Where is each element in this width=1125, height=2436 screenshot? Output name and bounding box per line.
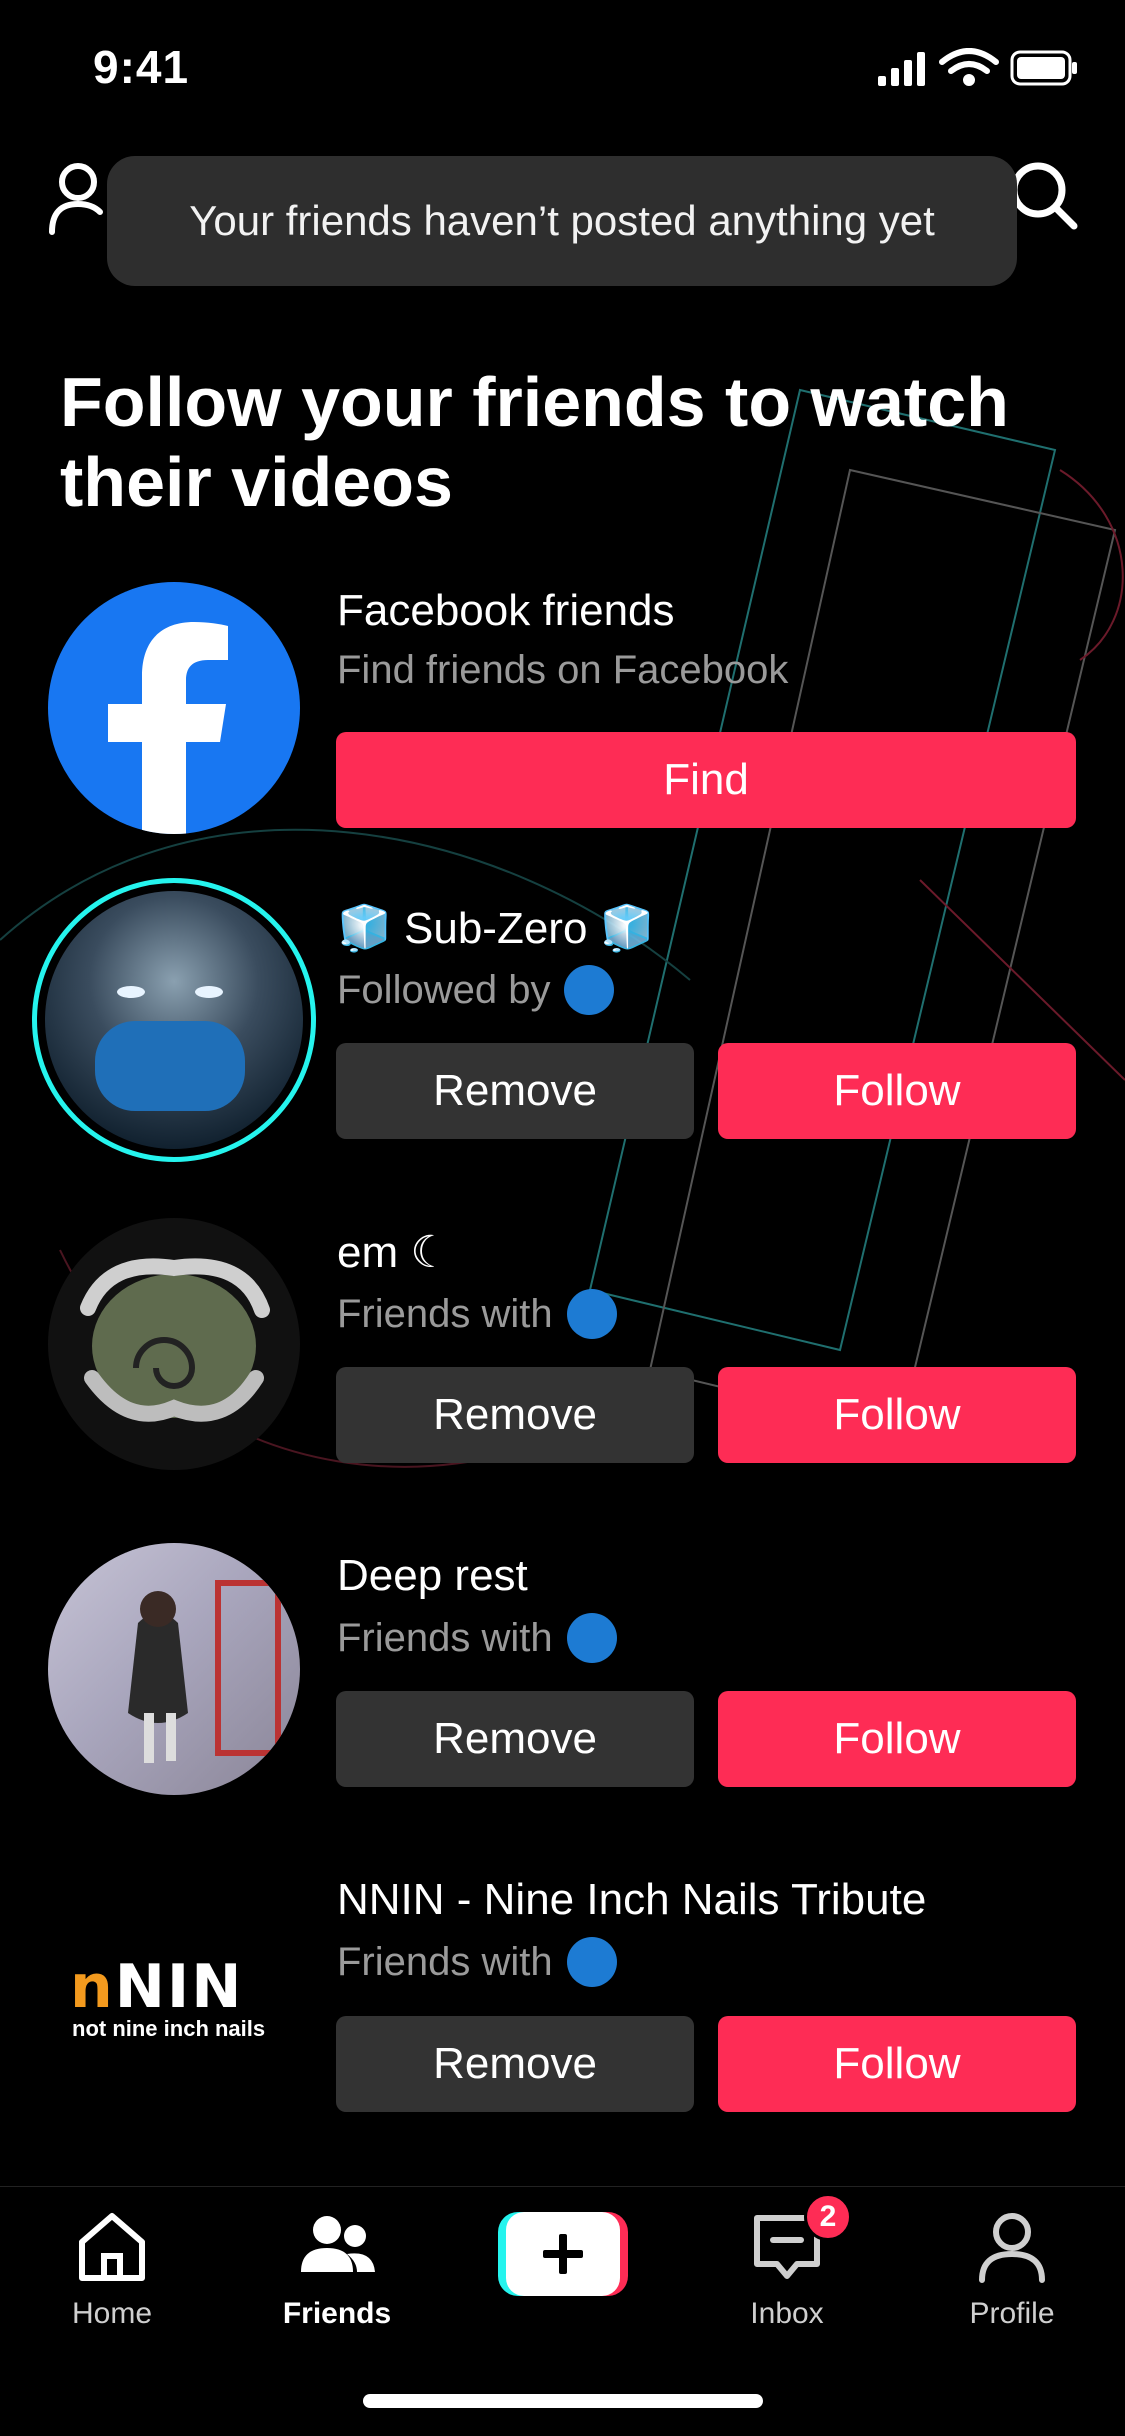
friends-icon <box>301 2216 375 2272</box>
follow-button[interactable]: Follow <box>718 2016 1076 2112</box>
toast-text: Your friends haven’t posted anything yet <box>189 197 935 244</box>
avatar-subzero[interactable] <box>32 878 316 1162</box>
mutual-friend-avatar <box>566 1937 617 1987</box>
battery-icon <box>1010 50 1077 86</box>
home-indicator <box>363 2394 763 2408</box>
suggestion-name: NNIN - Nine Inch Nails Tribute <box>337 1875 927 1924</box>
follow-button[interactable]: Follow <box>718 1043 1076 1139</box>
status-time: 9:41 <box>93 41 190 93</box>
remove-button[interactable]: Remove <box>336 1691 694 1787</box>
facebook-subtitle: Find friends on Facebook <box>337 648 789 692</box>
mutual-friend-avatar <box>564 965 615 1015</box>
suggestion-relation: Friends with <box>337 1937 617 1987</box>
facebook-title: Facebook friends <box>337 586 675 635</box>
relation-label: Followed by <box>337 967 551 1012</box>
nav-profile[interactable]: Profile <box>922 2206 1102 2331</box>
relation-label: Friends with <box>337 1939 553 1984</box>
nav-profile-label: Profile <box>969 2297 1055 2330</box>
remove-button[interactable]: Remove <box>336 2016 694 2112</box>
mutual-friend-avatar <box>566 1613 617 1663</box>
create-plus-button[interactable] <box>498 2212 628 2296</box>
relation-label: Friends with <box>337 1291 553 1336</box>
follow-button[interactable]: Follow <box>718 1691 1076 1787</box>
suggestion-name: em ☾ <box>337 1228 450 1277</box>
nav-home[interactable]: Home <box>22 2206 202 2331</box>
home-icon <box>79 2213 145 2281</box>
suggestion-relation: Followed by <box>337 965 615 1015</box>
suggestion-name: 🧊 Sub-Zero 🧊 <box>337 904 655 953</box>
nav-home-label: Home <box>71 2297 153 2330</box>
avatar-nnin-logo[interactable]: nNIN not nine inch nails <box>48 1866 300 2118</box>
toast-message: Your friends haven’t posted anything yet <box>107 156 1017 286</box>
suggestion-relation: Friends with <box>337 1289 617 1339</box>
suggestion-relation: Friends with <box>337 1613 617 1663</box>
wifi-icon <box>939 48 999 86</box>
inbox-badge: 2 <box>804 2193 852 2241</box>
follow-button[interactable]: Follow <box>718 1367 1076 1463</box>
remove-button[interactable]: Remove <box>336 1043 694 1139</box>
avatar-em[interactable] <box>48 1218 300 1470</box>
relation-label: Friends with <box>337 1615 553 1660</box>
find-button[interactable]: Find <box>336 732 1076 828</box>
profile-icon <box>979 2213 1045 2283</box>
nav-friends-label: Friends <box>282 2297 392 2330</box>
mutual-friend-avatar <box>566 1289 617 1339</box>
status-icons <box>878 48 1077 86</box>
nav-friends[interactable]: Friends <box>247 2206 427 2331</box>
search-icon[interactable] <box>1008 160 1080 232</box>
avatar-deep-rest[interactable] <box>48 1543 300 1795</box>
nav-inbox-label: Inbox <box>750 2297 824 2330</box>
page-heading: Follow your friends to watch their video… <box>60 363 1009 521</box>
facebook-logo <box>48 582 300 834</box>
remove-button[interactable]: Remove <box>336 1367 694 1463</box>
signal-icon <box>878 52 925 86</box>
suggestion-name: Deep rest <box>337 1551 528 1600</box>
